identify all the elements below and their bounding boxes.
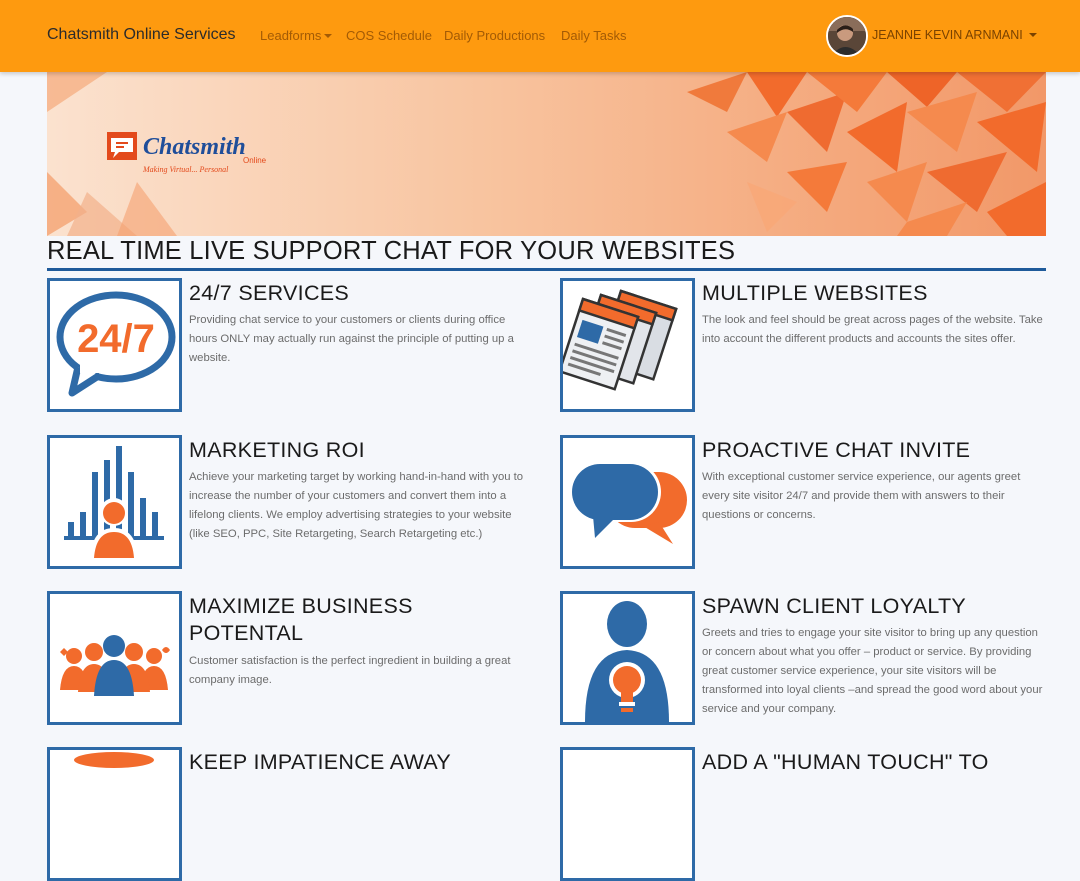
24-7-chat-icon: 24/7 (47, 278, 182, 412)
brand-link[interactable]: Chatsmith Online Services (47, 26, 236, 44)
svg-text:Chatsmith: Chatsmith (143, 134, 246, 160)
multiple-windows-icon (560, 278, 695, 412)
chat-bubbles-icon (560, 435, 695, 569)
feature-title: KEEP IMPATIENCE AWAY (189, 750, 452, 774)
person-idea-icon (560, 591, 695, 725)
feature-title: MARKETING ROI (189, 438, 365, 462)
feature-title: SPAWN CLIENT LOYALTY (702, 594, 967, 618)
nav-cos-schedule[interactable]: COS Schedule (346, 28, 432, 43)
svg-text:Making Virtual... Personal: Making Virtual... Personal (142, 165, 229, 174)
partial-feature-icon (47, 747, 182, 881)
caret-down-icon (1028, 33, 1037, 37)
nav-leadforms-label: Leadforms (260, 28, 322, 43)
feature-description: Achieve your marketing target by working… (189, 471, 524, 540)
feature-description: Providing chat service to your customers… (189, 314, 514, 364)
feature-description: The look and feel should be great across… (702, 314, 1043, 345)
user-menu-dropdown[interactable]: JEANNE KEVIN ARNMANI (872, 28, 1037, 42)
team-icon (47, 591, 182, 725)
top-navbar: Chatsmith Online Services Leadforms COS … (0, 0, 1080, 72)
feature-description: With exceptional customer service experi… (702, 471, 1021, 521)
user-avatar[interactable] (826, 15, 868, 57)
feature-description: Greets and tries to engage your site vis… (702, 627, 1043, 715)
marketing-roi-icon (47, 435, 182, 569)
nav-leadforms-dropdown[interactable]: Leadforms (260, 28, 333, 43)
feature-title: PROACTIVE CHAT INVITE (702, 438, 971, 462)
section-heading: REAL TIME LIVE SUPPORT CHAT FOR YOUR WEB… (47, 234, 1046, 271)
nav-daily-tasks[interactable]: Daily Tasks (561, 28, 627, 43)
feature-description: Customer satisfaction is the perfect ing… (189, 655, 511, 686)
feature-title: 24/7 SERVICES (189, 281, 350, 305)
svg-text:Online: Online (243, 156, 267, 165)
partial-feature-icon (560, 747, 695, 881)
nav-daily-productions[interactable]: Daily Productions (444, 28, 545, 43)
caret-down-icon (324, 34, 333, 38)
feature-title: MULTIPLE WEBSITES (702, 281, 928, 305)
icon-24-7-text: 24/7 (77, 317, 155, 361)
user-name: JEANNE KEVIN ARNMANI (872, 28, 1023, 42)
hero-banner: Chatsmith Online Making Virtual... Perso… (47, 72, 1046, 236)
feature-title: MAXIMIZE BUSINESS POTENTAL (189, 594, 413, 645)
feature-title: ADD A "HUMAN TOUCH" TO (702, 750, 989, 774)
section-heading-text: REAL TIME LIVE SUPPORT CHAT FOR YOUR WEB… (47, 237, 736, 265)
chatsmith-logo: Chatsmith Online Making Virtual... Perso… (107, 132, 277, 187)
